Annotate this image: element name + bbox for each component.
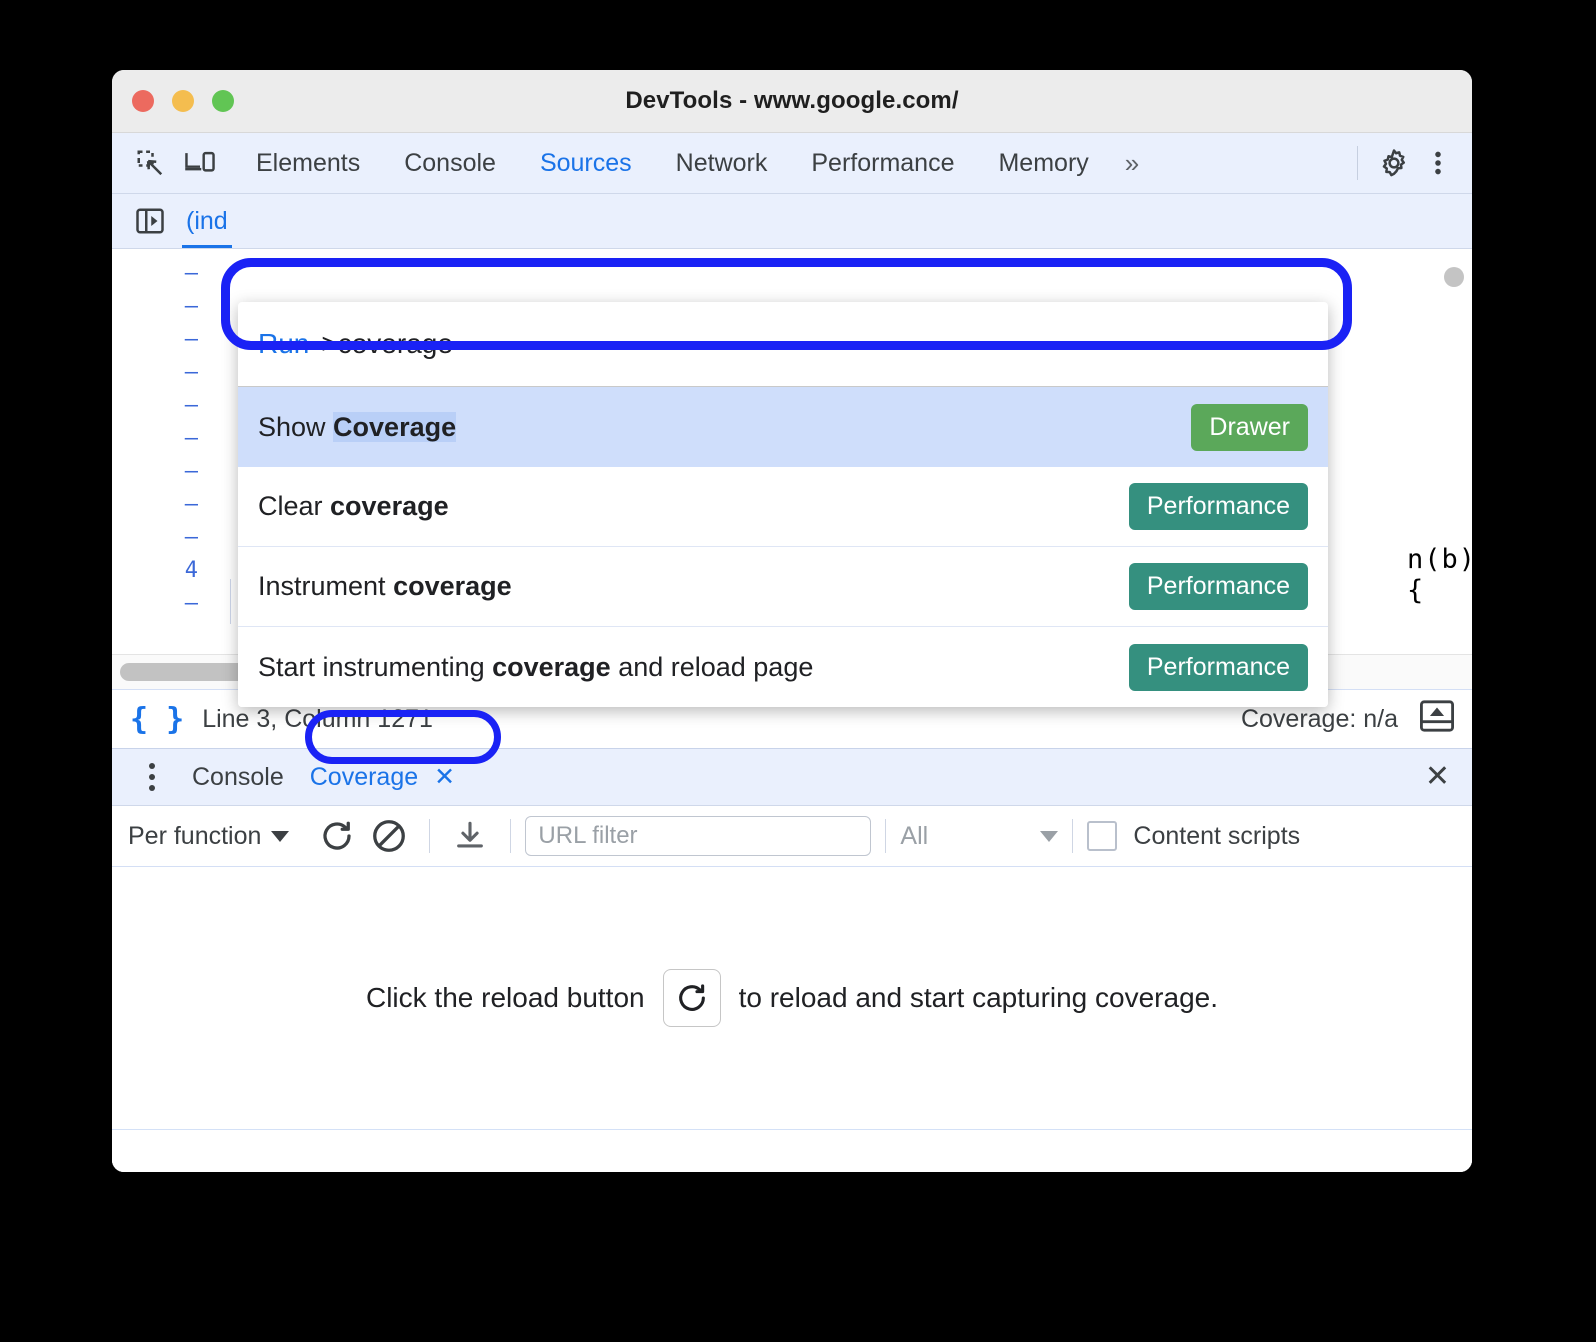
- content-scripts-toggle[interactable]: Content scripts: [1087, 821, 1300, 851]
- command-item-badge: Drawer: [1191, 403, 1308, 451]
- line-number: 4: [184, 558, 198, 583]
- command-item-start-instrumenting-coverage[interactable]: Start instrumenting coverage and reload …: [238, 627, 1328, 707]
- sources-file-tab[interactable]: (ind: [182, 194, 232, 248]
- command-item-label: Show Coverage: [258, 411, 457, 442]
- minimize-window-button[interactable]: [172, 90, 194, 112]
- line-number: –: [184, 327, 198, 352]
- tab-memory[interactable]: Memory: [976, 133, 1110, 193]
- drawer-tab-bar: Console Coverage ✕ ✕: [112, 748, 1472, 806]
- window-title-bar: DevTools - www.google.com/: [112, 70, 1472, 133]
- toolbar-divider: [429, 819, 431, 853]
- content-scripts-checkbox[interactable]: [1087, 821, 1118, 851]
- drawer-bottom-strip: [112, 1129, 1472, 1172]
- command-item-show-coverage[interactable]: Show Coverage Drawer: [238, 387, 1328, 467]
- command-item-badge: Performance: [1128, 563, 1308, 610]
- tab-console[interactable]: Console: [382, 133, 518, 193]
- close-window-button[interactable]: [132, 90, 154, 112]
- coverage-type-filter-label: All: [900, 821, 929, 850]
- devtools-tab-bar: Elements Console Sources Network Perform…: [112, 133, 1472, 194]
- coverage-empty-state: Click the reload button to reload and st…: [112, 867, 1472, 1129]
- command-item-label: Start instrumenting coverage and reload …: [258, 651, 814, 682]
- devtools-tab-bar-icons: [112, 143, 234, 183]
- close-icon[interactable]: ✕: [434, 762, 455, 792]
- url-filter-placeholder: URL filter: [538, 822, 638, 849]
- coverage-granularity-dropdown[interactable]: Per function: [128, 821, 290, 851]
- coverage-toolbar: Per function URL filter All Content scri…: [112, 806, 1472, 867]
- command-item-label: Instrument coverage: [258, 571, 512, 601]
- sources-file-tab-bar: (ind: [112, 194, 1472, 249]
- coverage-empty-reload-icon[interactable]: [662, 969, 721, 1027]
- device-toolbar-icon[interactable]: [180, 143, 220, 183]
- line-number-gutter: – – – – – – – – – 4 –: [112, 249, 212, 654]
- chevron-down-icon: [271, 830, 290, 842]
- drawer: Console Coverage ✕ ✕ Per function URL fi…: [112, 748, 1472, 1172]
- window-title: DevTools - www.google.com/: [625, 87, 959, 114]
- command-menu-query[interactable]: >coverage: [321, 328, 453, 360]
- command-item-clear-coverage[interactable]: Clear coverage Performance: [238, 467, 1328, 547]
- command-item-label: Clear coverage: [258, 491, 449, 521]
- line-number: –: [184, 360, 198, 385]
- command-item-badge: Performance: [1128, 643, 1308, 691]
- line-number: –: [184, 426, 198, 451]
- drawer-kebab-menu-icon[interactable]: [130, 763, 174, 791]
- content-scripts-label: Content scripts: [1133, 821, 1301, 850]
- maximize-window-button[interactable]: [212, 90, 234, 112]
- coverage-status-label: Coverage: n/a: [1240, 704, 1398, 733]
- coverage-type-filter-dropdown[interactable]: All: [900, 821, 1059, 851]
- command-menu-prompt-label: Run: [258, 328, 310, 359]
- show-drawer-icon[interactable]: [1420, 699, 1454, 739]
- coverage-export-button[interactable]: [444, 814, 496, 858]
- devtools-window: DevTools - www.google.com/ Elements Cons…: [112, 70, 1472, 1172]
- command-item-instrument-coverage[interactable]: Instrument coverage Performance: [238, 547, 1328, 627]
- coverage-empty-state-row: Click the reload button to reload and st…: [366, 969, 1218, 1027]
- drawer-close-icon[interactable]: ✕: [1425, 762, 1450, 792]
- sources-panel: (ind – – – – – – – – – 4 – n(b) {Run >c…: [112, 194, 1472, 707]
- kebab-menu-icon[interactable]: [1418, 143, 1458, 183]
- devtools-panel-tabs: Elements Console Sources Network Perform…: [234, 133, 1150, 193]
- toolbar-divider: [1072, 819, 1074, 853]
- command-item-badge: Performance: [1128, 483, 1308, 530]
- tab-sources[interactable]: Sources: [518, 133, 654, 193]
- toolbar-divider: [885, 819, 887, 853]
- coverage-granularity-label: Per function: [128, 821, 262, 850]
- inspect-element-icon[interactable]: [130, 143, 170, 183]
- line-number: –: [184, 459, 198, 484]
- tab-network[interactable]: Network: [654, 133, 790, 193]
- coverage-reload-button[interactable]: [311, 814, 363, 858]
- coverage-clear-button[interactable]: [363, 814, 415, 858]
- drawer-tab-coverage-label: Coverage: [309, 762, 419, 791]
- line-number: –: [184, 294, 198, 319]
- more-tabs-chevron-icon[interactable]: »: [1111, 133, 1150, 193]
- gear-icon[interactable]: [1374, 143, 1414, 183]
- line-number: –: [184, 261, 198, 286]
- toolbar-divider: [510, 819, 512, 853]
- tab-performance[interactable]: Performance: [789, 133, 976, 193]
- chevron-down-icon: [1040, 830, 1059, 842]
- cursor-position-label: Line 3, Column 1271: [202, 704, 433, 733]
- command-menu[interactable]: Run >coverage Show Coverage Drawer Clear…: [238, 302, 1328, 707]
- line-number: –: [184, 492, 198, 517]
- show-navigator-icon[interactable]: [130, 201, 170, 241]
- coverage-empty-text-before: Click the reload button: [365, 982, 645, 1013]
- window-controls: [132, 90, 234, 112]
- toolbar-divider: [1357, 146, 1358, 180]
- line-number: –: [184, 393, 198, 418]
- drawer-tab-console[interactable]: Console: [192, 763, 284, 792]
- command-menu-list: Show Coverage Drawer Clear coverage Perf…: [238, 386, 1328, 707]
- url-filter-input[interactable]: URL filter: [525, 816, 872, 856]
- devtools-tab-bar-right: [1357, 133, 1472, 193]
- command-menu-input-row[interactable]: Run >coverage: [238, 302, 1328, 386]
- coverage-empty-text-after: to reload and start capturing coverage.: [738, 982, 1218, 1013]
- line-number: –: [184, 591, 198, 616]
- code-line-function-signature: n(b) {: [1407, 544, 1472, 606]
- line-number: –: [184, 525, 198, 550]
- pretty-print-braces-icon[interactable]: { }: [130, 702, 184, 737]
- tab-elements[interactable]: Elements: [234, 133, 382, 193]
- indent-guide: [230, 579, 231, 624]
- editor-vertical-scrollbar[interactable]: [1444, 267, 1464, 287]
- drawer-tab-coverage[interactable]: Coverage ✕: [310, 762, 455, 792]
